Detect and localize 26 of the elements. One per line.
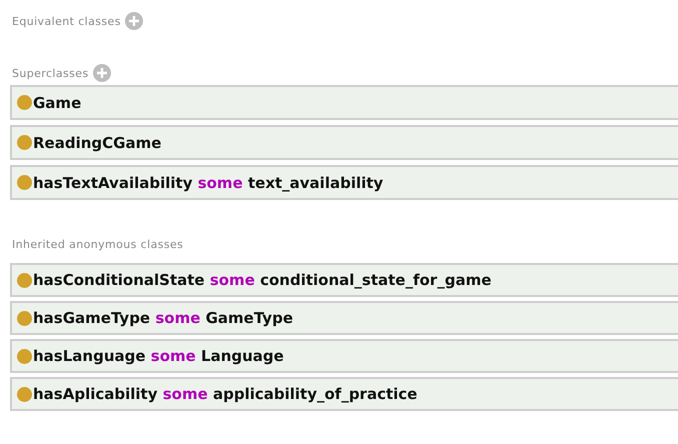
class-row[interactable]: hasTextAvailability some text_availability [10, 165, 678, 200]
section-title: Superclasses [12, 66, 89, 80]
class-icon [17, 386, 32, 402]
class-icon [17, 135, 32, 150]
add-button[interactable] [92, 64, 111, 82]
class-row[interactable]: hasAplicability some applicability_of_practice [10, 377, 678, 411]
class-row[interactable]: hasLanguage some Language [10, 339, 678, 373]
class-icon [17, 310, 32, 326]
class-icon [17, 272, 32, 288]
class-expression: ReadingCGame [33, 134, 162, 152]
section-title: Equivalent classes [12, 14, 121, 28]
class-expression: Game [33, 94, 82, 112]
class-icon [17, 348, 32, 364]
class-row[interactable]: Game [10, 85, 678, 120]
class-icon [17, 95, 32, 110]
add-button[interactable] [124, 12, 143, 30]
class-expression: hasConditionalState some conditional_state_for_game [33, 271, 492, 289]
class-expression: hasGameType some GameType [33, 309, 293, 327]
class-expression: hasTextAvailability some text_availability [33, 174, 384, 192]
class-row[interactable]: hasConditionalState some conditional_state_for_game [10, 263, 678, 297]
class-expression: hasAplicability some applicability_of_practice [33, 385, 418, 403]
class-row[interactable]: hasGameType some GameType [10, 301, 678, 335]
class-row[interactable]: ReadingCGame [10, 125, 678, 160]
class-expression: hasLanguage some Language [33, 347, 284, 365]
section-title: Inherited anonymous classes [12, 238, 184, 250]
class-icon [17, 175, 32, 190]
